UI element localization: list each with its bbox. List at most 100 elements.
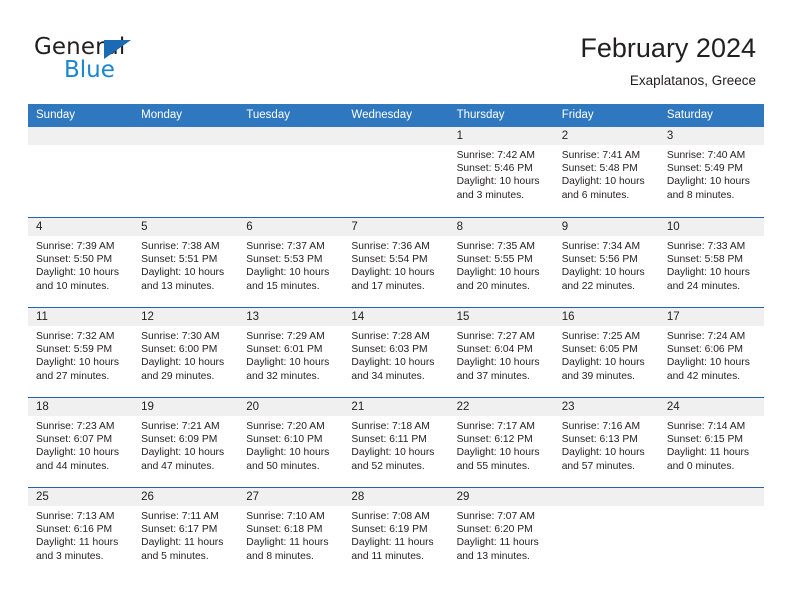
day-number-band: 5 [133,218,239,236]
logo-text-blue: Blue [64,57,115,83]
day-cell-20[interactable]: 20 Sunrise: 7:20 AM Sunset: 6:10 PM Dayligh… [238,398,344,487]
sunrise-text: Sunrise: 7:32 AM [36,331,115,342]
sunrise-text: Sunrise: 7:41 AM [561,150,641,161]
day-details: Sunrise: 7:34 AM Sunset: 5:56 PM Daylight:… [554,236,659,293]
day-cell-7[interactable]: 7 Sunrise: 7:36 AM Sunset: 5:54 PM Daylight… [343,218,449,307]
sunset-text: Sunset: 6:06 PM [666,344,743,356]
day-cell-5[interactable]: 5 Sunrise: 7:38 AM Sunset: 5:51 PM Daylight… [133,218,239,307]
day-number: 3 [666,130,674,142]
weekday-header-thursday: Thursday [456,109,505,121]
sunset-text: Sunset: 5:54 PM [351,254,428,266]
day-number: 24 [666,401,680,413]
calendar-grid: Sunday Monday Tuesday Wednesday Thursday Frid… [28,104,764,577]
day-cell-26[interactable]: 26 Sunrise: 7:11 AM Sunset: 6:17 PM Dayligh… [133,488,239,577]
day-number-band: 23 [553,398,659,416]
day-cell-29[interactable]: 29 Sunrise: 7:07 AM Sunset: 6:20 PM Dayligh… [448,488,554,577]
day-cell-16[interactable]: 16 Sunrise: 7:25 AM Sunset: 6:05 PM Dayligh… [553,308,659,397]
title-block: February 2024 Exaplatanos, Greece [580,32,756,89]
day-cell-empty [658,488,764,577]
day-cell-9[interactable]: 9 Sunrise: 7:34 AM Sunset: 5:56 PM Daylight… [553,218,659,307]
weekday-header-saturday: Saturday [666,109,713,121]
daylight-text: Daylight: 10 hours and 50 minutes. [246,447,330,472]
day-cell-11[interactable]: 11 Sunrise: 7:32 AM Sunset: 5:59 PM Dayligh… [28,308,134,397]
day-number: 22 [456,401,470,413]
day-details: Sunrise: 7:32 AM Sunset: 5:59 PM Daylight:… [28,326,133,383]
day-number-band: 16 [553,308,659,326]
sunrise-text: Sunrise: 7:21 AM [141,421,220,432]
day-details: Sunrise: 7:27 AM Sunset: 6:04 PM Daylight:… [449,326,554,383]
sunset-text: Sunset: 6:13 PM [561,434,638,446]
day-cell-28[interactable]: 28 Sunrise: 7:08 AM Sunset: 6:19 PM Dayligh… [343,488,449,577]
weekday-header-tuesday: Tuesday [246,109,290,121]
day-number-band: 7 [343,218,449,236]
calendar-week-row: 18 Sunrise: 7:23 AM Sunset: 6:07 PM Dayligh… [28,397,764,487]
daylight-text: Daylight: 10 hours and 17 minutes. [351,267,435,292]
day-number-band: 21 [343,398,449,416]
sunrise-text: Sunrise: 7:34 AM [561,241,641,252]
day-cell-27[interactable]: 27 Sunrise: 7:10 AM Sunset: 6:18 PM Dayligh… [238,488,344,577]
day-details: Sunrise: 7:10 AM Sunset: 6:18 PM Daylight:… [238,506,343,563]
day-number: 28 [351,491,365,503]
day-number: 13 [246,311,260,323]
day-number: 8 [456,221,463,233]
day-cell-15[interactable]: 15 Sunrise: 7:27 AM Sunset: 6:04 PM Dayligh… [448,308,554,397]
daylight-text: Daylight: 11 hours and 13 minutes. [456,537,539,562]
daylight-text: Daylight: 10 hours and 3 minutes. [456,176,540,201]
day-cell-6[interactable]: 6 Sunrise: 7:37 AM Sunset: 5:53 PM Daylight… [238,218,344,307]
sunrise-text: Sunrise: 7:42 AM [456,150,535,161]
daylight-text: Daylight: 10 hours and 22 minutes. [561,267,645,292]
day-details: Sunrise: 7:18 AM Sunset: 6:11 PM Daylight:… [343,416,448,473]
day-cell-2[interactable]: 2 Sunrise: 7:41 AM Sunset: 5:48 PM Daylight… [553,127,659,217]
day-cell-18[interactable]: 18 Sunrise: 7:23 AM Sunset: 6:07 PM Dayligh… [28,398,134,487]
day-number-band: 2 [553,127,659,145]
day-number-band: 15 [448,308,554,326]
page-header: General Blue February 2024 Exaplatanos, … [0,0,792,100]
day-cell-4[interactable]: 4 Sunrise: 7:39 AM Sunset: 5:50 PM Daylight… [28,218,134,307]
day-details: Sunrise: 7:17 AM Sunset: 6:12 PM Daylight:… [449,416,554,473]
day-number-band: 3 [658,127,764,145]
daylight-text: Daylight: 10 hours and 57 minutes. [561,447,645,472]
day-cell-17[interactable]: 17 Sunrise: 7:24 AM Sunset: 6:06 PM Dayligh… [658,308,764,397]
daylight-text: Daylight: 10 hours and 47 minutes. [141,447,225,472]
daylight-text: Daylight: 10 hours and 37 minutes. [456,357,540,382]
day-cell-8[interactable]: 8 Sunrise: 7:35 AM Sunset: 5:55 PM Daylight… [448,218,554,307]
day-details: Sunrise: 7:21 AM Sunset: 6:09 PM Daylight:… [133,416,238,473]
day-cell-19[interactable]: 19 Sunrise: 7:21 AM Sunset: 6:09 PM Dayligh… [133,398,239,487]
sunrise-text: Sunrise: 7:08 AM [351,511,430,522]
sunrise-text: Sunrise: 7:07 AM [456,511,535,522]
weekday-header-sunday: Sunday [36,109,76,121]
daylight-text: Daylight: 10 hours and 44 minutes. [36,447,119,472]
day-cell-10[interactable]: 10 Sunrise: 7:33 AM Sunset: 5:58 PM Dayligh… [658,218,764,307]
day-number-band: 8 [448,218,554,236]
daylight-text: Daylight: 11 hours and 11 minutes. [351,537,434,562]
daylight-text: Daylight: 10 hours and 29 minutes. [141,357,225,382]
day-details: Sunrise: 7:42 AM Sunset: 5:46 PM Daylight:… [449,145,554,202]
day-cell-24[interactable]: 24 Sunrise: 7:14 AM Sunset: 6:15 PM Dayligh… [658,398,764,487]
day-number: 14 [351,311,365,323]
day-number-band [133,127,239,145]
sunset-text: Sunset: 6:10 PM [246,434,323,446]
day-cell-14[interactable]: 14 Sunrise: 7:28 AM Sunset: 6:03 PM Dayligh… [343,308,449,397]
day-cell-21[interactable]: 21 Sunrise: 7:18 AM Sunset: 6:11 PM Dayligh… [343,398,449,487]
calendar-page: General Blue February 2024 Exaplatanos, … [0,0,792,612]
daylight-text: Daylight: 10 hours and 42 minutes. [666,357,750,382]
sunset-text: Sunset: 5:51 PM [141,254,218,266]
day-cell-23[interactable]: 23 Sunrise: 7:16 AM Sunset: 6:13 PM Dayligh… [553,398,659,487]
day-number-band [28,127,134,145]
day-cell-empty [28,127,134,217]
generalblue-logo[interactable]: General Blue [34,36,214,88]
day-cell-25[interactable]: 25 Sunrise: 7:13 AM Sunset: 6:16 PM Dayligh… [28,488,134,577]
daylight-text: Daylight: 11 hours and 0 minutes. [666,447,750,472]
day-cell-3[interactable]: 3 Sunrise: 7:40 AM Sunset: 5:49 PM Daylight… [658,127,764,217]
day-details: Sunrise: 7:28 AM Sunset: 6:03 PM Daylight:… [343,326,448,383]
day-number: 9 [561,221,569,233]
day-cell-1[interactable]: 1 Sunrise: 7:42 AM Sunset: 5:46 PM Daylight… [448,127,554,217]
daylight-text: Daylight: 11 hours and 5 minutes. [141,537,224,562]
daylight-text: Daylight: 10 hours and 6 minutes. [561,176,645,201]
day-cell-13[interactable]: 13 Sunrise: 7:29 AM Sunset: 6:01 PM Dayligh… [238,308,344,397]
day-cell-12[interactable]: 12 Sunrise: 7:30 AM Sunset: 6:00 PM Dayligh… [133,308,239,397]
sunrise-text: Sunrise: 7:11 AM [141,511,219,522]
day-cell-22[interactable]: 22 Sunrise: 7:17 AM Sunset: 6:12 PM Dayligh… [448,398,554,487]
sunrise-text: Sunrise: 7:40 AM [666,150,746,161]
daylight-text: Daylight: 10 hours and 27 minutes. [36,357,119,382]
